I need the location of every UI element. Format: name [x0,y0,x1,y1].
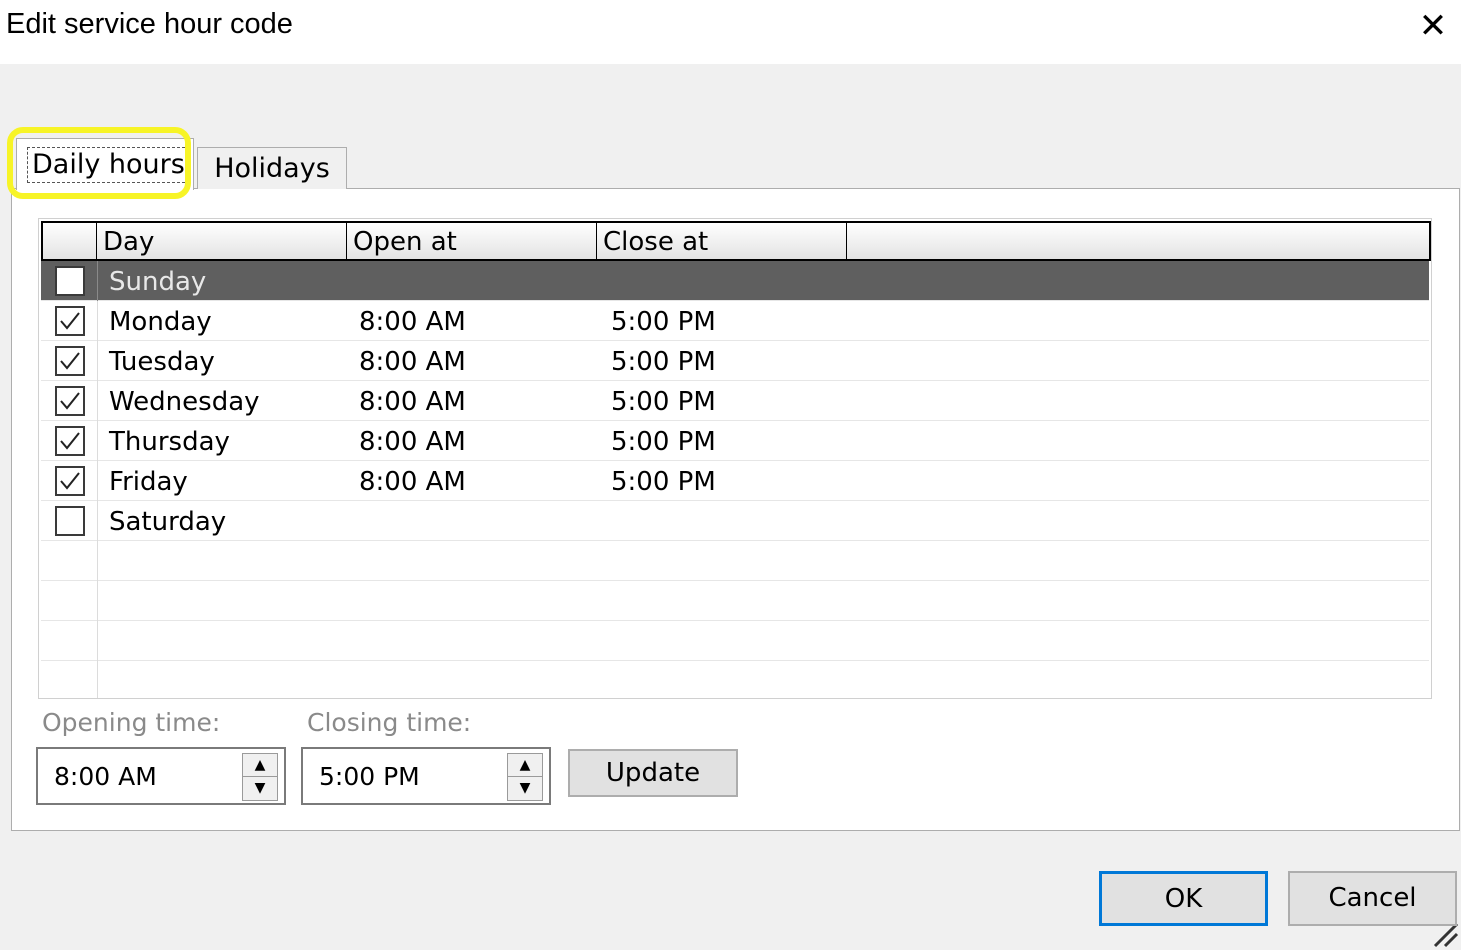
cell-close-at: 5:00 PM [611,467,716,497]
cell-day: Wednesday [109,387,260,417]
title-bar: Edit service hour code ✕ [0,0,1461,64]
cell-day: Monday [109,307,212,337]
checkmark-icon [60,352,80,370]
row-separator [97,621,98,661]
closing-spin-buttons: ▲ ▼ [507,753,543,801]
checkmark-icon [60,312,80,330]
closing-time-value[interactable]: 5:00 PM [319,749,420,805]
row-separator [97,261,98,301]
closing-time-label: Closing time: [307,708,472,737]
cell-day: Thursday [109,427,230,457]
row-checkbox-checked[interactable] [55,466,85,496]
hours-grid: Day Open at Close at Sunday Monday 8:00 AM… [38,218,1432,699]
empty-row [41,581,1429,621]
header-day[interactable]: Day [97,223,347,259]
cell-day: Friday [109,467,188,497]
row-checkbox-checked[interactable] [55,426,85,456]
row-separator [97,381,98,421]
row-separator [97,501,98,541]
checkmark-icon [60,432,80,450]
opening-spin-buttons: ▲ ▼ [242,753,278,801]
tab-daily-hours-label: Daily hours [27,147,190,183]
table-row[interactable]: Sunday [41,261,1429,301]
grid-header: Day Open at Close at [41,221,1431,261]
row-checkbox[interactable] [55,266,85,296]
row-separator [97,661,98,698]
row-separator [97,581,98,621]
opening-time-value[interactable]: 8:00 AM [54,749,157,805]
window-title: Edit service hour code [6,8,293,40]
header-close-at[interactable]: Close at [597,223,847,259]
cell-open-at: 8:00 AM [359,387,466,417]
cell-close-at: 5:00 PM [611,387,716,417]
header-check-column [43,223,97,259]
close-icon[interactable]: ✕ [1413,4,1453,48]
spin-down-icon[interactable]: ▼ [243,777,277,800]
cell-open-at: 8:00 AM [359,347,466,377]
table-row[interactable]: Monday 8:00 AM 5:00 PM [41,301,1429,341]
empty-row [41,621,1429,661]
spin-up-icon[interactable]: ▲ [243,754,277,777]
closing-time-spinner[interactable]: 5:00 PM ▲ ▼ [301,747,551,805]
opening-time-label: Opening time: [42,708,221,737]
table-row[interactable]: Friday 8:00 AM 5:00 PM [41,461,1429,501]
cell-close-at: 5:00 PM [611,347,716,377]
tab-daily-hours[interactable]: Daily hours [16,138,194,190]
spin-up-icon[interactable]: ▲ [508,754,542,777]
header-open-at[interactable]: Open at [347,223,597,259]
spin-down-icon[interactable]: ▼ [508,777,542,800]
cell-day: Tuesday [109,347,215,377]
cell-open-at: 8:00 AM [359,427,466,457]
checkmark-icon [60,472,80,490]
cell-day: Saturday [109,507,227,537]
row-separator [97,461,98,501]
row-separator [97,341,98,381]
tab-holidays[interactable]: Holidays [197,147,347,189]
checkmark-icon [60,392,80,410]
row-checkbox[interactable] [55,506,85,536]
table-row[interactable]: Thursday 8:00 AM 5:00 PM [41,421,1429,461]
cell-open-at: 8:00 AM [359,307,466,337]
row-checkbox-checked[interactable] [55,346,85,376]
ok-button[interactable]: OK [1099,871,1268,926]
empty-row [41,661,1429,698]
empty-row [41,541,1429,581]
table-row[interactable]: Saturday [41,501,1429,541]
row-separator [97,541,98,581]
row-separator [97,421,98,461]
opening-time-spinner[interactable]: 8:00 AM ▲ ▼ [36,747,286,805]
table-row[interactable]: Tuesday 8:00 AM 5:00 PM [41,341,1429,381]
cell-close-at: 5:00 PM [611,307,716,337]
cell-day: Sunday [109,267,207,297]
row-checkbox-checked[interactable] [55,386,85,416]
cancel-button[interactable]: Cancel [1288,871,1457,926]
row-separator [97,301,98,341]
row-checkbox-checked[interactable] [55,306,85,336]
update-button[interactable]: Update [568,749,738,797]
table-row[interactable]: Wednesday 8:00 AM 5:00 PM [41,381,1429,421]
cell-open-at: 8:00 AM [359,467,466,497]
cell-close-at: 5:00 PM [611,427,716,457]
